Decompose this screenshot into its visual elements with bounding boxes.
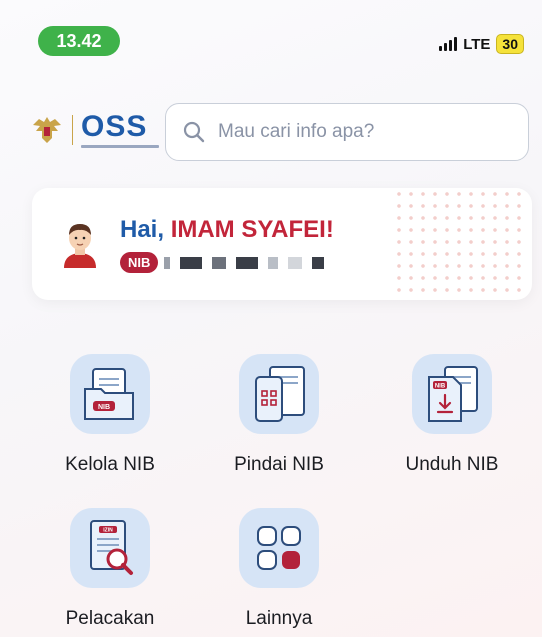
download-nib-badge: NIB [435, 384, 446, 390]
menu-kelola-nib[interactable]: NIB Kelola NIB [30, 354, 190, 476]
menu-pelacakan[interactable]: IZIN Pelacakan [30, 508, 190, 630]
folder-nib-icon: NIB [70, 354, 150, 434]
greeting-text: Hai, IMAM SYAFEI! [120, 216, 334, 244]
menu-unduh-nib[interactable]: NIB Unduh NIB [372, 354, 532, 476]
nib-badge: NIB [120, 252, 159, 273]
download-nib-icon: NIB [412, 354, 492, 434]
nib-row: NIB [120, 252, 325, 273]
menu-pindai-nib[interactable]: Pindai NIB [199, 354, 359, 476]
signal-icon [439, 37, 458, 51]
more-grid-icon [239, 508, 319, 588]
dot-pattern-decoration [393, 188, 528, 300]
status-time: 13.42 [38, 26, 120, 56]
menu-label-kelola-nib: Kelola NIB [65, 454, 155, 475]
menu-label-pelacakan: Pelacakan [65, 608, 155, 629]
garuda-emblem-icon [33, 117, 61, 143]
network-type: LTE [463, 35, 491, 53]
oss-logo[interactable]: OSS [30, 112, 159, 148]
search-bar[interactable] [165, 103, 529, 161]
menu-label-pindai-nib: Pindai NIB [234, 454, 324, 475]
oss-wordmark: OSS [81, 110, 148, 143]
status-indicators: LTE 30 [439, 34, 524, 54]
user-name: IMAM SYAFEI! [170, 216, 334, 243]
oss-tagline-mark [81, 145, 159, 148]
greeting-card: Hai, IMAM SYAFEI! NIB [32, 188, 532, 300]
menu-label-lainnya: Lainnya [245, 608, 313, 629]
menu-lainnya[interactable]: Lainnya [199, 508, 359, 630]
folder-nib-badge: NIB [98, 404, 110, 411]
battery-level: 30 [496, 34, 524, 54]
search-input[interactable] [218, 121, 518, 143]
masked-nib-number [164, 256, 325, 269]
scan-nib-icon [239, 354, 319, 434]
greeting-hai: Hai, [120, 216, 171, 243]
tracking-icon: IZIN [70, 508, 150, 588]
search-icon [183, 121, 205, 143]
logo-divider [72, 115, 73, 145]
tracking-izin-badge: IZIN [103, 528, 113, 534]
menu-label-unduh-nib: Unduh NIB [405, 454, 499, 475]
avatar [64, 224, 96, 268]
